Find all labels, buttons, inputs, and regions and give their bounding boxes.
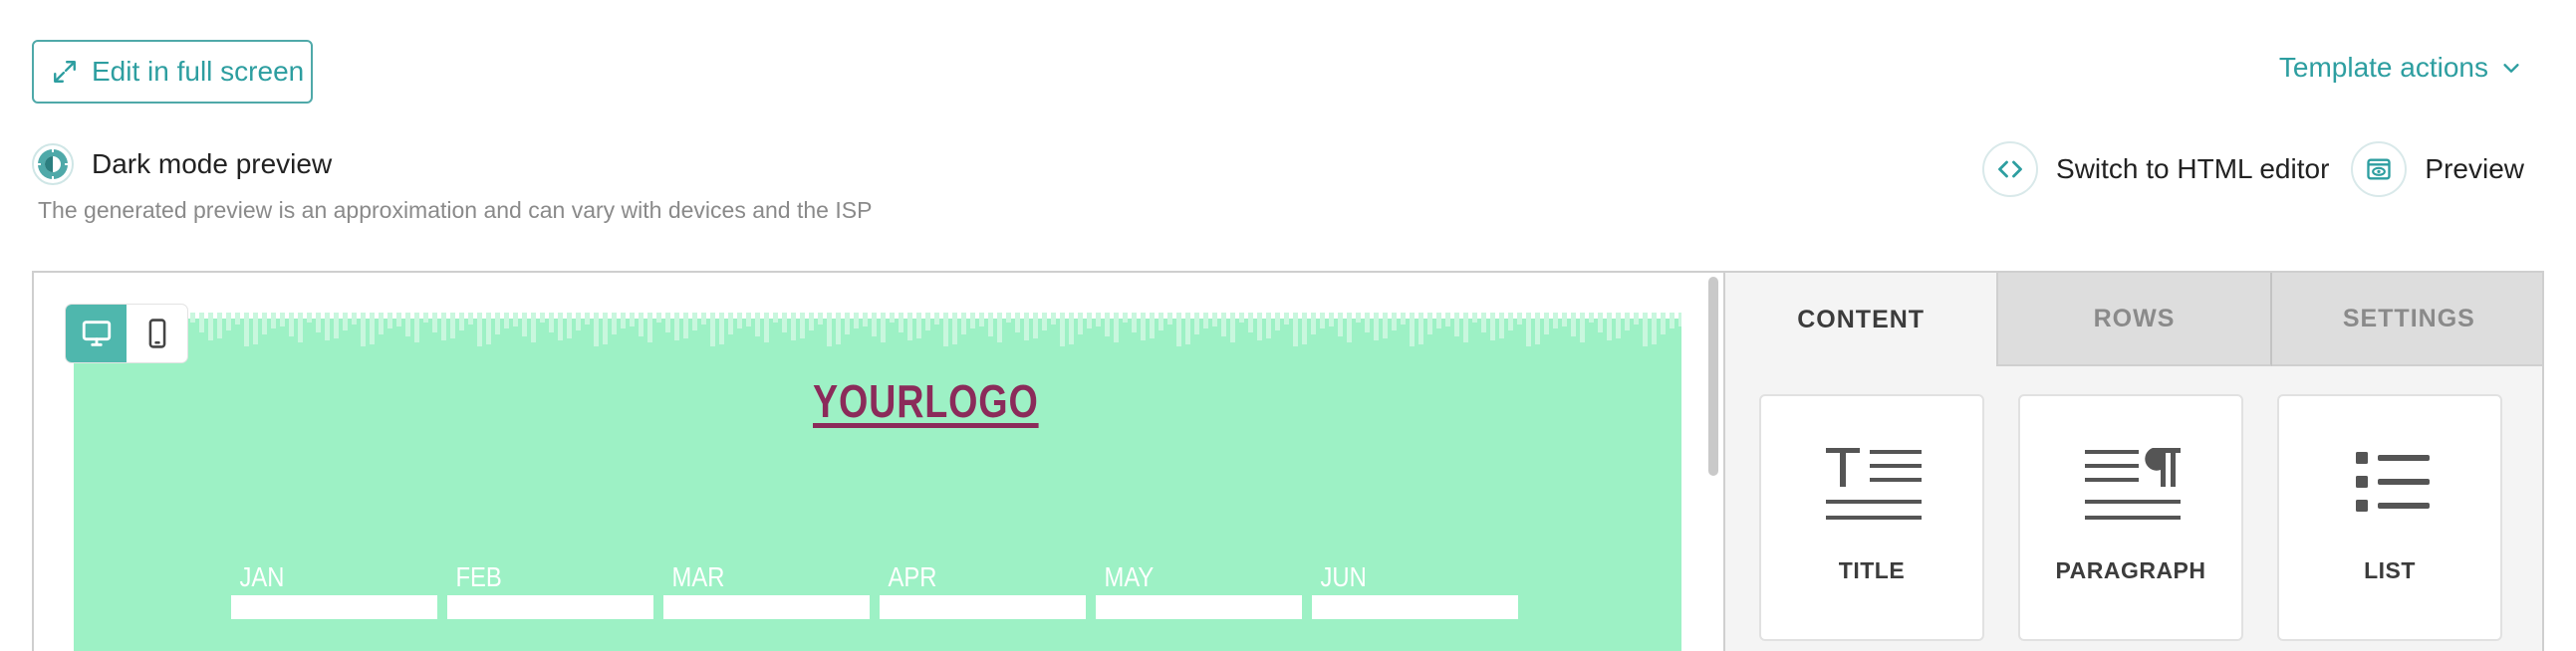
switch-to-html-editor-button[interactable]: Switch to HTML editor: [1982, 141, 2329, 197]
tab-content[interactable]: CONTENT: [1725, 273, 1999, 366]
month-bar: [1312, 595, 1518, 619]
paragraph-block-label: PARAGRAPH: [2055, 557, 2206, 583]
list-icon: [2356, 452, 2430, 512]
month-column: FEB: [447, 561, 653, 619]
preview-eye-icon: [2351, 141, 2408, 197]
edit-full-screen-button[interactable]: Edit in full screen: [32, 40, 313, 104]
preview-disclaimer: The generated preview is an approximatio…: [38, 197, 873, 223]
mobile-view-button[interactable]: [127, 305, 187, 362]
decorative-fringe: [74, 313, 1681, 346]
tab-settings[interactable]: SETTINGS: [2271, 273, 2542, 366]
list-block[interactable]: LIST: [2277, 394, 2502, 641]
title-icon: [1826, 448, 1922, 520]
dark-mode-label: Dark mode preview: [92, 148, 333, 179]
paragraph-icon: [2085, 448, 2181, 520]
email-canvas[interactable]: YOURLOGO JAN FEB MAR APR MAY JUN: [34, 273, 1723, 651]
editor-actions: Switch to HTML editor Preview: [1982, 141, 2524, 197]
tab-rows[interactable]: ROWS: [1998, 273, 2272, 366]
title-block-label: TITLE: [1838, 557, 1906, 583]
switch-to-html-editor-label: Switch to HTML editor: [2056, 153, 2330, 184]
preview-button[interactable]: Preview: [2351, 141, 2524, 197]
logo[interactable]: YOURLOGO: [813, 374, 1039, 428]
code-icon: [1982, 141, 2039, 197]
template-actions-label: Template actions: [2278, 52, 2488, 83]
paragraph-block[interactable]: PARAGRAPH: [2018, 394, 2243, 641]
builder-sidebar: CONTENT ROWS SETTINGS TITLE PARAGRAPH LI…: [1723, 273, 2542, 651]
preview-label: Preview: [2425, 153, 2524, 184]
content-blocks: TITLE PARAGRAPH LIST: [1759, 394, 2502, 641]
month-columns: JAN FEB MAR APR MAY JUN: [231, 561, 1518, 619]
email-body[interactable]: YOURLOGO JAN FEB MAR APR MAY JUN: [74, 313, 1681, 651]
chevron-down-icon: [2503, 64, 2519, 73]
month-label: APR: [888, 561, 937, 592]
dark-mode-preview-toggle[interactable]: Dark mode preview: [32, 143, 332, 185]
dark-mode-icon: [32, 143, 74, 185]
editor-workspace: YOURLOGO JAN FEB MAR APR MAY JUN CONTENT…: [32, 271, 2544, 651]
month-column: JAN: [231, 561, 437, 619]
month-column: MAY: [1096, 561, 1302, 619]
sidebar-tabs: CONTENT ROWS SETTINGS: [1725, 273, 2542, 366]
month-label: JAN: [239, 561, 285, 592]
desktop-view-button[interactable]: [66, 305, 127, 362]
month-label: MAR: [671, 561, 725, 592]
month-bar: [231, 595, 437, 619]
canvas-scrollbar[interactable]: [1708, 277, 1718, 476]
month-bar: [1096, 595, 1302, 619]
month-label: FEB: [455, 561, 502, 592]
month-label: JUN: [1320, 561, 1367, 592]
month-bar: [880, 595, 1086, 619]
expand-icon: [54, 61, 76, 83]
month-bar: [663, 595, 870, 619]
desktop-icon: [82, 321, 111, 346]
device-toggle: [66, 305, 187, 362]
list-block-label: LIST: [2364, 557, 2416, 583]
template-actions-dropdown[interactable]: Template actions: [2279, 52, 2522, 84]
edit-full-screen-label: Edit in full screen: [92, 56, 305, 87]
email-editor-page: Edit in full screen Template actions Dar…: [0, 0, 2576, 651]
month-bar: [447, 595, 653, 619]
mobile-icon: [148, 319, 165, 348]
month-column: APR: [880, 561, 1086, 619]
month-column: MAR: [663, 561, 870, 619]
month-label: MAY: [1104, 561, 1155, 592]
month-column: JUN: [1312, 561, 1518, 619]
title-block[interactable]: TITLE: [1759, 394, 1984, 641]
